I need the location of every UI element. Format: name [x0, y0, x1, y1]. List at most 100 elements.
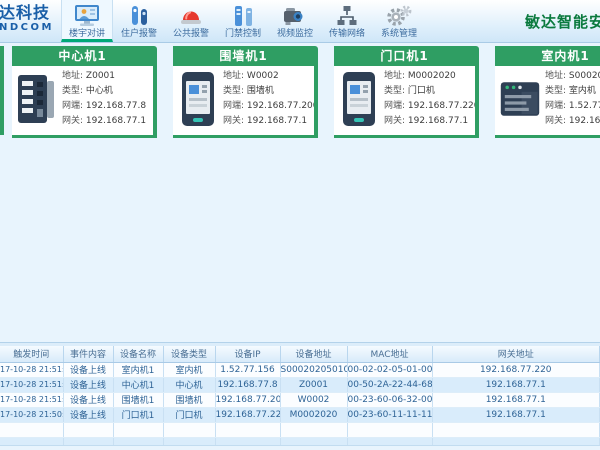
field-label: 类型: — [223, 86, 244, 96]
cell-trigger-time: 17-10-28 21:50:58 — [0, 407, 63, 422]
column-header: MAC地址 — [347, 346, 432, 362]
device-field: 地址: S00020205010 — [545, 69, 600, 84]
cell-device-name: 室内机1 — [113, 362, 163, 377]
field-label: 类型: — [62, 86, 83, 96]
device-field: 地址: W0002 — [223, 69, 314, 84]
nav-item-building-intercom[interactable]: 楼宇对讲 — [61, 0, 113, 42]
field-value: S00020205010 — [569, 71, 600, 81]
field-label: 地址: — [62, 71, 83, 81]
cell-trigger-time: 17-10-28 21:51:28 — [0, 377, 63, 392]
device-field: 网关: 192.168.77.220 — [545, 114, 600, 129]
device-card-center-machine[interactable]: 中心机1 地址: Z0001 — [12, 46, 157, 138]
cell-device-address: M0002020 — [280, 407, 347, 422]
table-row[interactable]: 17-10-28 21:50:58 设备上线 门口机1 门口机 192.168.… — [0, 407, 600, 422]
table-row[interactable]: 17-10-28 21:51:16 设备上线 围墙机1 围墙机 192.168.… — [0, 392, 600, 407]
field-label: 类型: — [384, 86, 405, 96]
center-machine-icon — [17, 72, 57, 126]
cell-device-ip: 192.168.77.8 — [215, 377, 280, 392]
indoor-machine-icon — [500, 77, 540, 121]
field-label: 地址: — [545, 71, 566, 81]
cell-device-address: W0002 — [280, 392, 347, 407]
column-header: 设备名称 — [113, 346, 163, 362]
video-surveillance-icon — [269, 3, 321, 28]
table-bottom-edge — [0, 445, 600, 450]
nav-label: 楼宇对讲 — [62, 28, 112, 40]
cell-gateway-address: 192.168.77.220 — [432, 362, 600, 377]
device-field: 类型: 中心机 — [62, 84, 153, 99]
cell-device-name: 中心机1 — [113, 377, 163, 392]
device-field: 网端: 1.52.77.156 — [545, 99, 600, 114]
column-header: 设备类型 — [163, 346, 215, 362]
event-table-scroll[interactable]: 触发时间 事件内容 设备名称 设备类型 设备IP 设备地址 MAC地址 网关地 — [0, 346, 600, 445]
device-card-indoor-machine[interactable]: 室内机1 地址: S00020205010 类型: 室内机 — [495, 46, 600, 138]
field-value: 192.168.77.8 — [86, 101, 146, 111]
field-value: 192.168.77.1 — [247, 116, 307, 126]
column-header: 触发时间 — [0, 346, 63, 362]
nav-item-system-management[interactable]: 系统管理 — [373, 0, 425, 42]
table-row-empty — [0, 437, 600, 445]
cell-mac-address: 00-50-2A-22-44-68 — [347, 377, 432, 392]
field-value: 室内机 — [569, 86, 596, 96]
field-label: 网关: — [545, 116, 566, 126]
nav-item-video-surveillance[interactable]: 视频监控 — [269, 0, 321, 42]
field-value: 192.168.77.200 — [247, 101, 314, 111]
device-field: 网端: 192.168.77.220 — [384, 99, 475, 114]
field-label: 网关: — [384, 116, 405, 126]
door-machine-icon — [339, 71, 379, 127]
device-field: 网端: 192.168.77.200 — [223, 99, 314, 114]
table-row-empty — [0, 422, 600, 437]
event-log-panel: 触发时间 事件内容 设备名称 设备类型 设备IP 设备地址 MAC地址 网关地 — [0, 342, 600, 450]
nav-label: 视频监控 — [269, 28, 321, 40]
device-field: 地址: M0002020 — [384, 69, 475, 84]
field-label: 网端: — [545, 101, 566, 111]
top-bar: 达科技 NDCOM 楼宇对讲 — [0, 0, 600, 43]
table-row[interactable]: 17-10-28 21:51:28 设备上线 中心机1 中心机 192.168.… — [0, 377, 600, 392]
access-control-icon — [217, 3, 269, 28]
cell-device-ip: 1.52.77.156 — [215, 362, 280, 377]
cell-mac-address: 00-23-60-06-32-00 — [347, 392, 432, 407]
nav-item-public-alarm[interactable]: 公共报警 — [165, 0, 217, 42]
cell-device-address: Z0001 — [280, 377, 347, 392]
nav-label: 门禁控制 — [217, 28, 269, 40]
field-value: M0002020 — [408, 71, 456, 81]
device-field: 类型: 室内机 — [545, 84, 600, 99]
field-label: 网端: — [62, 101, 83, 111]
field-value: W0002 — [247, 71, 279, 81]
device-field: 类型: 门口机 — [384, 84, 475, 99]
company-logo: 达科技 NDCOM — [0, 0, 58, 42]
table-header-row: 触发时间 事件内容 设备名称 设备类型 设备IP 设备地址 MAC地址 网关地 — [0, 346, 600, 362]
device-field: 网关: 192.168.77.1 — [62, 114, 153, 129]
cell-device-type: 中心机 — [163, 377, 215, 392]
nav-item-resident-alarm[interactable]: 住户报警 — [113, 0, 165, 42]
resident-alarm-icon — [113, 3, 165, 28]
app-window: { "app": { "logo_top": "达科技", "logo_bott… — [0, 0, 600, 450]
nav-item-access-control[interactable]: 门禁控制 — [217, 0, 269, 42]
device-field: 地址: Z0001 — [62, 69, 153, 84]
wall-machine-icon — [178, 71, 218, 127]
field-value: 192.168.77.220 — [569, 116, 600, 126]
cell-device-ip: 192.168.77.200 — [215, 392, 280, 407]
device-card-door-machine[interactable]: 门口机1 地址: M0002020 类型: 门口机 — [334, 46, 479, 138]
field-value: 1.52.77.156 — [569, 101, 600, 111]
cut-card-edge — [0, 46, 4, 135]
cell-event: 设备上线 — [63, 362, 113, 377]
nav-label: 住户报警 — [113, 28, 165, 40]
workspace-area — [0, 138, 600, 342]
device-cards-row: 中心机1 地址: Z0001 — [0, 43, 600, 138]
events-table: 触发时间 事件内容 设备名称 设备类型 设备IP 设备地址 MAC地址 网关地 — [0, 346, 600, 445]
cell-gateway-address: 192.168.77.1 — [432, 392, 600, 407]
nav-label: 传输网络 — [321, 28, 373, 40]
device-field: 网端: 192.168.77.8 — [62, 99, 153, 114]
field-label: 地址: — [384, 71, 405, 81]
column-header: 事件内容 — [63, 346, 113, 362]
device-field: 网关: 192.168.77.1 — [223, 114, 314, 129]
field-label: 地址: — [223, 71, 244, 81]
public-alarm-icon — [165, 3, 217, 28]
cell-trigger-time: 17-10-28 21:51:16 — [0, 392, 63, 407]
table-row[interactable]: 17-10-28 21:51:40 设备上线 室内机1 室内机 1.52.77.… — [0, 362, 600, 377]
transmission-network-icon — [321, 3, 373, 28]
nav-item-transmission-network[interactable]: 传输网络 — [321, 0, 373, 42]
device-card-wall-machine[interactable]: 围墙机1 地址: W0002 类型: 围墙机 — [173, 46, 318, 138]
logo-text-en: NDCOM — [0, 22, 58, 33]
field-label: 网端: — [384, 101, 405, 111]
